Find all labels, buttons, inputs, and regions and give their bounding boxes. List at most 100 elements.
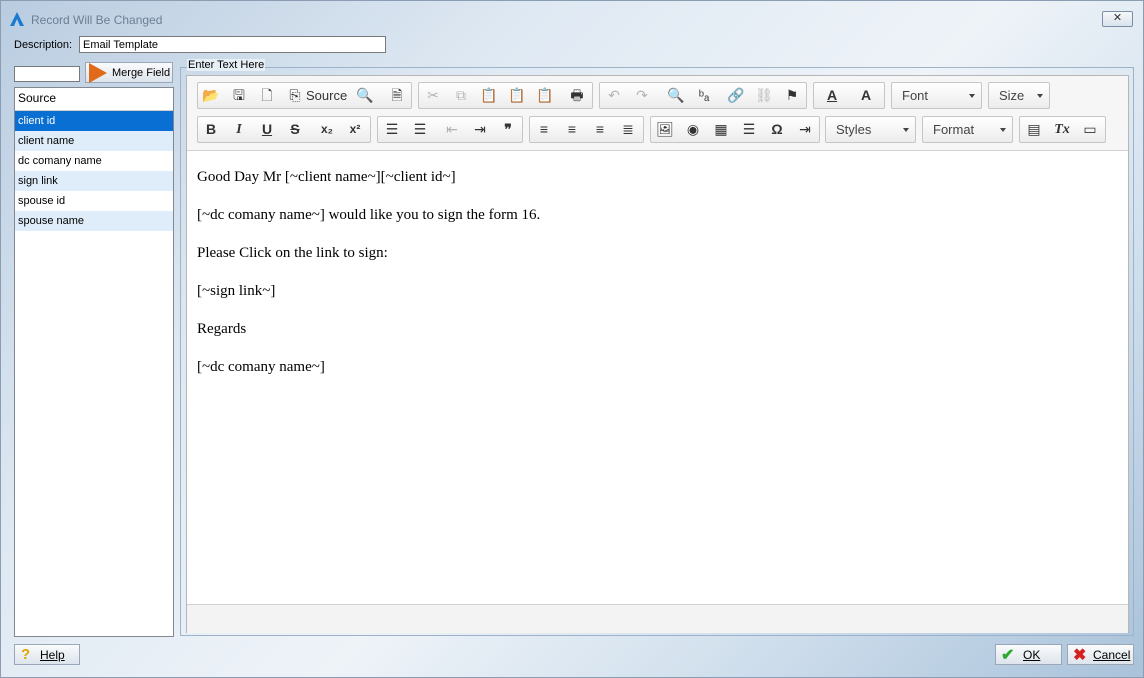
styles-combo[interactable]: Styles	[825, 116, 916, 143]
background-color-icon[interactable]: A	[852, 86, 880, 105]
help-button[interactable]: ? Help	[14, 644, 80, 665]
rich-text-editor: 📂 🖫 🗋 ⎘ Source 🔍 🗎 ✂ ⧉ 📋 📋 📋 🖶 ↶ ↷ 🔍 ᵇₐ …	[186, 75, 1129, 633]
numbered-list-icon[interactable]: ☰	[381, 120, 403, 139]
toolbar-group-basicstyles: B I U S x₂ x²	[197, 116, 371, 143]
underline-icon[interactable]: U	[256, 120, 278, 139]
dialog-window: Record Will Be Changed ✕ Description: Me…	[0, 0, 1144, 678]
format-combo-label: Format	[933, 122, 975, 137]
chevron-down-icon	[1037, 94, 1043, 98]
editor-toolbar: 📂 🖫 🗋 ⎘ Source 🔍 🗎 ✂ ⧉ 📋 📋 📋 🖶 ↶ ↷ 🔍 ᵇₐ …	[187, 76, 1128, 151]
editor-status-bar	[187, 604, 1128, 633]
replace-icon[interactable]: ᵇₐ	[693, 86, 715, 105]
align-right-icon[interactable]: ≡	[589, 120, 611, 139]
image-icon[interactable]: 🖼	[654, 120, 676, 139]
close-button[interactable]: ✕	[1102, 11, 1133, 27]
size-combo[interactable]: Size	[988, 82, 1050, 109]
find-icon[interactable]: 🔍	[665, 86, 687, 105]
bold-icon[interactable]: B	[200, 120, 222, 139]
indent-icon[interactable]: ⇥	[469, 120, 491, 139]
unlink-icon[interactable]: ⛓	[753, 86, 775, 105]
description-input[interactable]	[79, 36, 386, 53]
preview-icon[interactable]: 🔍	[354, 86, 376, 105]
superscript-icon[interactable]: x²	[344, 120, 366, 139]
remove-format-icon[interactable]: Tx	[1051, 120, 1073, 139]
window-title: Record Will Be Changed	[31, 13, 163, 27]
help-button-label: Help	[40, 648, 65, 662]
app-logo-icon	[10, 12, 24, 26]
checkmark-icon: ✔	[1001, 647, 1015, 664]
toolbar-group-document: 📂 🖫 🗋 ⎘ Source 🔍 🗎	[197, 82, 412, 109]
cancel-button[interactable]: ✖ Cancel	[1067, 644, 1134, 665]
print-icon[interactable]: 🖶	[566, 86, 588, 105]
content-paragraph: [~dc comany name~] would like you to sig…	[197, 207, 541, 223]
save-icon[interactable]: 🖫	[228, 86, 250, 105]
align-left-icon[interactable]: ≡	[533, 120, 555, 139]
blockquote-icon[interactable]: ❞	[497, 120, 519, 139]
open-folder-icon[interactable]: 📂	[200, 86, 222, 105]
strikethrough-icon[interactable]: S	[284, 120, 306, 139]
copy-icon[interactable]: ⧉	[450, 86, 472, 105]
undo-icon[interactable]: ↶	[603, 86, 625, 105]
cut-icon[interactable]: ✂	[422, 86, 444, 105]
font-combo[interactable]: Font	[891, 82, 982, 109]
merge-field-button[interactable]: Merge Field	[85, 62, 173, 83]
font-combo-label: Font	[902, 88, 929, 103]
editor-content-area[interactable]: Good Day Mr [~client name~][~client id~]…	[187, 151, 1128, 603]
page-break-icon[interactable]: ⇥	[794, 120, 816, 139]
content-paragraph: [~sign link~]	[197, 283, 276, 299]
text-color-icon[interactable]: A	[818, 86, 846, 105]
cancel-button-label: Cancel	[1093, 648, 1131, 662]
toolbar-group-edit: ↶ ↷ 🔍 ᵇₐ 🔗 ⛓ ⚑	[599, 82, 807, 109]
italic-icon[interactable]: I	[228, 120, 250, 139]
styles-combo-label: Styles	[836, 122, 872, 137]
list-item[interactable]: spouse id	[15, 191, 173, 211]
list-item[interactable]: spouse name	[15, 211, 173, 231]
arrow-right-icon	[89, 63, 107, 83]
list-item[interactable]: client id	[15, 111, 173, 131]
content-paragraph: Please Click on the link to sign:	[197, 245, 388, 261]
toolbar-group-align: ≡ ≡ ≡ ≣	[529, 116, 644, 143]
toolbar-group-clipboard: ✂ ⧉ 📋 📋 📋 🖶	[418, 82, 593, 109]
flash-icon[interactable]: ◉	[682, 120, 704, 139]
chevron-down-icon	[903, 128, 909, 132]
special-char-icon[interactable]: Ω	[766, 120, 788, 139]
toolbar-group-lists: ☰ ☰ ⇤ ⇥ ❞	[377, 116, 523, 143]
content-paragraph: Good Day Mr [~client name~][~client id~]	[197, 169, 456, 185]
source-code-icon[interactable]: ⎘	[284, 86, 306, 105]
ok-button-label: OK	[1023, 648, 1041, 662]
paste-icon[interactable]: 📋	[478, 86, 500, 105]
paste-text-icon[interactable]: 📋	[506, 86, 528, 105]
bulleted-list-icon[interactable]: ☰	[409, 120, 431, 139]
anchor-flag-icon[interactable]: ⚑	[781, 86, 803, 105]
toolbar-group-tools: ▤ Tx ▭	[1019, 116, 1106, 143]
horizontal-rule-icon[interactable]: ☰	[738, 120, 760, 139]
editor-group-label: Enter Text Here	[187, 59, 266, 71]
source-list[interactable]: Source client id client name dc comany n…	[14, 87, 174, 637]
source-list-header[interactable]: Source	[15, 88, 173, 111]
link-icon[interactable]: 🔗	[725, 86, 747, 105]
description-label: Description:	[14, 39, 73, 51]
source-button[interactable]: Source	[306, 86, 347, 105]
outdent-icon[interactable]: ⇤	[441, 120, 463, 139]
table-icon[interactable]: ▦	[710, 120, 732, 139]
format-combo[interactable]: Format	[922, 116, 1013, 143]
align-center-icon[interactable]: ≡	[561, 120, 583, 139]
justify-icon[interactable]: ≣	[617, 120, 639, 139]
new-page-icon[interactable]: 🗋	[256, 86, 278, 105]
merge-field-input[interactable]	[14, 66, 80, 82]
template-icon[interactable]: 🗎	[386, 86, 408, 105]
size-combo-label: Size	[999, 88, 1025, 103]
ok-button[interactable]: ✔ OK	[995, 644, 1062, 665]
subscript-icon[interactable]: x₂	[316, 120, 338, 139]
list-item[interactable]: client name	[15, 131, 173, 151]
maximize-icon[interactable]: ▭	[1079, 120, 1101, 139]
redo-icon[interactable]: ↷	[631, 86, 653, 105]
chevron-down-icon	[1000, 128, 1006, 132]
list-item[interactable]: dc comany name	[15, 151, 173, 171]
content-paragraph: Regards	[197, 321, 247, 337]
title-bar: Record Will Be Changed ✕	[1, 1, 1143, 37]
paste-word-icon[interactable]: 📋	[534, 86, 556, 105]
show-blocks-icon[interactable]: ▤	[1023, 120, 1045, 139]
toolbar-group-colors: A A	[813, 82, 885, 109]
list-item[interactable]: sign link	[15, 171, 173, 191]
